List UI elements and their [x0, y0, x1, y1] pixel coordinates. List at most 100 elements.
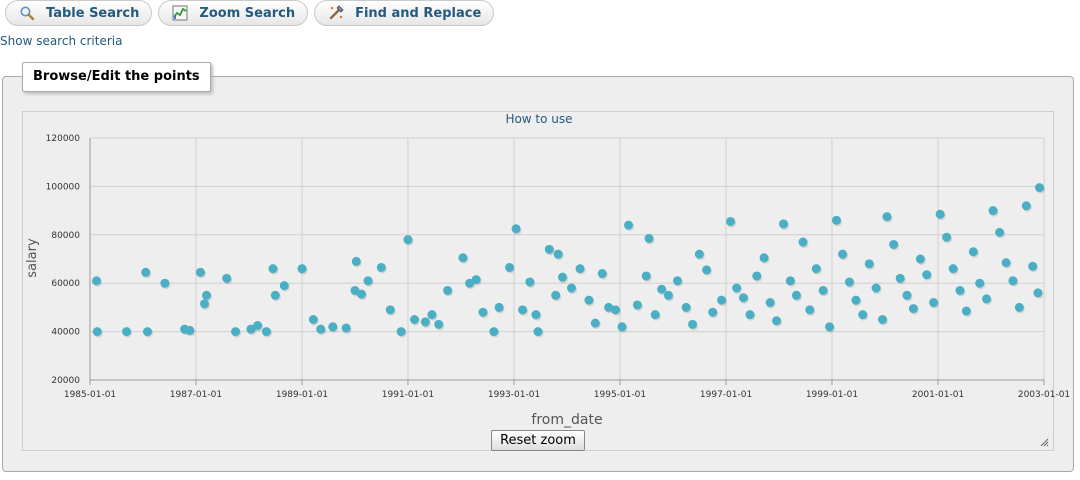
data-point[interactable]	[818, 285, 828, 295]
data-point[interactable]	[650, 310, 660, 320]
data-point[interactable]	[297, 264, 307, 274]
data-point[interactable]	[511, 224, 521, 234]
data-point[interactable]	[597, 269, 607, 279]
data-point[interactable]	[791, 290, 801, 300]
data-point[interactable]	[403, 235, 413, 245]
data-point[interactable]	[895, 273, 905, 283]
data-point[interactable]	[975, 278, 985, 288]
data-point[interactable]	[1014, 302, 1024, 312]
data-point[interactable]	[308, 315, 318, 324]
data-point[interactable]	[871, 283, 881, 293]
data-point[interactable]	[831, 215, 841, 225]
data-point[interactable]	[142, 327, 152, 337]
data-point[interactable]	[961, 306, 971, 316]
data-point[interactable]	[995, 227, 1005, 237]
data-point[interactable]	[717, 295, 727, 305]
data-point[interactable]	[584, 295, 594, 305]
data-point[interactable]	[396, 327, 406, 337]
data-point[interactable]	[558, 272, 568, 282]
data-point[interactable]	[141, 267, 151, 277]
data-point[interactable]	[279, 281, 289, 291]
data-point[interactable]	[624, 220, 634, 230]
data-point[interactable]	[968, 247, 978, 257]
data-point[interactable]	[942, 232, 952, 242]
data-point[interactable]	[122, 327, 132, 337]
data-point[interactable]	[663, 290, 673, 300]
data-point[interactable]	[202, 290, 212, 300]
data-point[interactable]	[420, 317, 430, 327]
data-point[interactable]	[838, 249, 848, 259]
data-point[interactable]	[908, 304, 918, 314]
data-point[interactable]	[92, 276, 102, 286]
data-point[interactable]	[427, 310, 437, 320]
data-point[interactable]	[610, 305, 620, 315]
data-point[interactable]	[798, 237, 808, 247]
data-point[interactable]	[1001, 258, 1011, 268]
data-point[interactable]	[1008, 276, 1018, 286]
data-point[interactable]	[672, 276, 682, 286]
data-point[interactable]	[708, 307, 718, 317]
data-point[interactable]	[261, 327, 271, 337]
data-point[interactable]	[231, 327, 241, 337]
data-point[interactable]	[566, 283, 576, 293]
data-point[interactable]	[92, 327, 102, 337]
data-point[interactable]	[948, 264, 958, 274]
data-point[interactable]	[759, 253, 769, 263]
data-point[interactable]	[489, 327, 499, 337]
data-point[interactable]	[922, 270, 932, 280]
data-point[interactable]	[195, 267, 205, 277]
data-point[interactable]	[553, 249, 563, 259]
data-point[interactable]	[525, 277, 535, 287]
data-point[interactable]	[1028, 261, 1038, 271]
data-point[interactable]	[877, 315, 887, 324]
data-point[interactable]	[434, 319, 444, 329]
data-point[interactable]	[1021, 201, 1031, 211]
data-point[interactable]	[732, 283, 742, 293]
data-point[interactable]	[590, 318, 600, 328]
data-point[interactable]	[551, 290, 561, 300]
data-point[interactable]	[632, 300, 642, 310]
resize-handle-icon[interactable]	[1039, 437, 1049, 447]
data-point[interactable]	[702, 265, 712, 275]
data-point[interactable]	[915, 254, 925, 264]
data-point[interactable]	[199, 299, 209, 309]
data-point[interactable]	[363, 276, 373, 286]
data-point[interactable]	[805, 305, 815, 315]
data-point[interactable]	[955, 285, 965, 295]
data-point[interactable]	[644, 233, 654, 243]
data-point[interactable]	[688, 319, 698, 329]
data-point[interactable]	[851, 295, 861, 305]
data-point[interactable]	[409, 315, 419, 324]
data-point[interactable]	[785, 276, 795, 286]
data-point[interactable]	[160, 278, 170, 288]
data-point[interactable]	[328, 322, 338, 332]
data-point[interactable]	[443, 285, 453, 295]
data-point[interactable]	[779, 219, 789, 229]
data-point[interactable]	[929, 298, 939, 308]
data-point[interactable]	[505, 262, 515, 272]
data-point[interactable]	[641, 271, 651, 281]
data-point[interactable]	[1035, 183, 1045, 193]
data-point[interactable]	[376, 262, 386, 272]
data-point[interactable]	[882, 212, 892, 222]
data-point[interactable]	[351, 256, 361, 266]
data-point[interactable]	[458, 253, 468, 263]
data-point[interactable]	[341, 323, 351, 333]
data-point[interactable]	[531, 310, 541, 320]
data-point[interactable]	[270, 290, 280, 300]
data-point[interactable]	[316, 324, 326, 334]
data-point[interactable]	[982, 294, 992, 304]
data-point[interactable]	[752, 271, 762, 281]
data-point[interactable]	[575, 264, 585, 274]
data-point[interactable]	[1033, 288, 1043, 298]
scatter-chart[interactable]: 20000 40000 60000 80000 100000 120000 1985-01…	[0, 0, 1080, 480]
data-point[interactable]	[864, 259, 874, 269]
data-point[interactable]	[745, 310, 755, 320]
data-point[interactable]	[681, 302, 691, 312]
reset-zoom-button[interactable]: Reset zoom	[491, 430, 585, 451]
data-point[interactable]	[471, 275, 481, 285]
data-point[interactable]	[385, 305, 395, 315]
data-point[interactable]	[478, 307, 488, 317]
data-point[interactable]	[726, 216, 736, 226]
data-point[interactable]	[902, 290, 912, 300]
